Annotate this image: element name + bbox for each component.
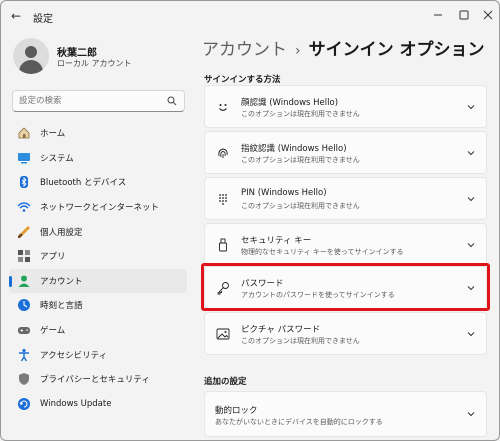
option-title: PIN (Windows Hello) <box>241 188 327 198</box>
option-subtitle: このオプションは現在利用できません <box>241 337 360 345</box>
sidebar-item-label: ネットワークとインターネット <box>40 203 160 214</box>
sidebar-item-personalization[interactable]: 個人用設定 <box>9 219 187 244</box>
sidebar-item-gaming[interactable]: ゲーム <box>9 318 187 343</box>
home-icon <box>17 126 31 140</box>
update-icon <box>17 397 31 411</box>
sidebar-item-windows-update[interactable]: Windows Update <box>9 392 187 417</box>
shield-icon <box>17 372 31 386</box>
sidebar-item-home[interactable]: ホーム <box>9 121 187 146</box>
avatar-body <box>19 60 43 74</box>
option-title: 指紋認識 (Windows Hello) <box>241 144 347 154</box>
time-language-icon <box>17 298 31 312</box>
user-account-type: ローカル アカウント <box>57 59 132 68</box>
apps-icon <box>17 249 31 263</box>
sidebar-item-bluetooth[interactable]: Bluetooth とデバイス <box>9 170 187 195</box>
key-icon <box>216 281 230 295</box>
sidebar-item-accounts[interactable]: アカウント <box>9 268 187 294</box>
breadcrumb-parent[interactable]: アカウント <box>202 40 287 60</box>
system-icon <box>17 151 31 165</box>
settings-window: ← 設定 秋葉二郎 ローカル アカウント ホーム <box>0 0 500 441</box>
breadcrumb-separator: › <box>295 43 301 59</box>
option-security-key[interactable]: セキュリティ キー 物理的なセキュリティ キーを使ってサインインする <box>204 223 487 266</box>
close-button[interactable] <box>475 4 499 26</box>
option-face-recognition[interactable]: 顔認識 (Windows Hello) このオプションは現在利用できません <box>204 85 487 128</box>
search-input[interactable] <box>19 94 159 108</box>
option-title: 顔認識 (Windows Hello) <box>241 98 339 108</box>
option-subtitle: 物理的なセキュリティ キーを使ってサインインする <box>241 248 404 256</box>
sidebar-item-system[interactable]: システム <box>9 146 187 171</box>
face-icon <box>216 100 230 114</box>
option-pin[interactable]: PIN (Windows Hello) このオプションは現在利用できません <box>204 177 487 220</box>
option-subtitle: このオプションは現在利用できません <box>241 156 360 164</box>
sidebar-item-apps[interactable]: アプリ <box>9 244 187 269</box>
chevron-down-icon[interactable] <box>466 410 476 418</box>
option-dynamic-lock[interactable]: 動的ロック あなたがいないときにデバイスを自動的にロックする <box>204 391 487 437</box>
fingerprint-icon <box>216 146 230 160</box>
sidebar-nav: ホーム システム Bluetooth とデバイス ネットワークとインターネット <box>9 121 187 416</box>
picture-icon <box>216 327 230 341</box>
maximize-icon <box>459 10 469 20</box>
sidebar-item-label: ゲーム <box>40 326 66 337</box>
accessibility-icon <box>17 348 31 362</box>
page-title: サインイン オプション <box>308 40 485 60</box>
close-icon <box>483 10 493 20</box>
option-title: パスワード <box>241 279 284 289</box>
chevron-down-icon[interactable] <box>466 284 476 292</box>
sidebar-item-label: 個人用設定 <box>40 227 83 238</box>
chevron-down-icon[interactable] <box>466 330 476 338</box>
sidebar-item-label: プライバシーとセキュリティ <box>40 375 150 386</box>
sidebar-item-label: Bluetooth とデバイス <box>40 178 127 189</box>
option-title: 動的ロック <box>215 406 258 416</box>
sidebar-item-label: アクセシビリティ <box>40 350 108 361</box>
minimize-button[interactable] <box>425 4 451 26</box>
option-subtitle: このオプションは現在利用できません <box>241 202 360 210</box>
sidebar-item-label: アプリ <box>40 252 66 263</box>
game-icon <box>17 323 31 337</box>
option-subtitle: あなたがいないときにデバイスを自動的にロックする <box>215 418 383 426</box>
back-arrow-icon[interactable]: ← <box>11 9 21 23</box>
minimize-icon <box>434 14 442 16</box>
option-password[interactable]: パスワード アカウントのパスワードを使ってサインインする <box>204 266 487 309</box>
sidebar-item-accessibility[interactable]: アクセシビリティ <box>9 342 187 367</box>
option-fingerprint[interactable]: 指紋認識 (Windows Hello) このオプションは現在利用できません <box>204 131 487 174</box>
option-title: ピクチャ パスワード <box>241 325 321 335</box>
title-bar: ← 設定 <box>1 1 499 31</box>
chevron-down-icon[interactable] <box>466 241 476 249</box>
chevron-down-icon[interactable] <box>466 103 476 111</box>
user-name: 秋葉二郎 <box>57 48 97 59</box>
network-icon <box>17 200 31 214</box>
option-subtitle: このオプションは現在利用できません <box>241 110 360 118</box>
bluetooth-icon <box>17 175 31 189</box>
maximize-button[interactable] <box>451 4 477 26</box>
pin-keypad-icon <box>216 192 230 206</box>
sidebar-item-time-language[interactable]: 時刻と言語 <box>9 293 187 318</box>
active-indicator <box>9 275 12 287</box>
avatar-head <box>25 46 37 58</box>
sidebar-item-label: 時刻と言語 <box>40 301 83 312</box>
section-heading-additional: 追加の設定 <box>204 377 247 387</box>
sidebar-item-network[interactable]: ネットワークとインターネット <box>9 195 187 220</box>
sidebar-item-privacy-security[interactable]: プライバシーとセキュリティ <box>9 367 187 392</box>
account-icon <box>17 274 31 288</box>
sidebar-item-label: Windows Update <box>40 398 112 409</box>
sidebar-item-label: ホーム <box>40 129 66 140</box>
section-heading-signin: サインインする方法 <box>204 75 281 85</box>
option-title: セキュリティ キー <box>241 236 312 246</box>
sidebar-item-label: システム <box>40 153 74 164</box>
brush-icon <box>17 225 31 239</box>
chevron-down-icon[interactable] <box>466 149 476 157</box>
search-box[interactable] <box>12 90 185 112</box>
option-subtitle: アカウントのパスワードを使ってサインインする <box>241 291 395 299</box>
option-picture-password[interactable]: ピクチャ パスワード このオプションは現在利用できません <box>204 312 487 355</box>
chevron-down-icon[interactable] <box>466 195 476 203</box>
window-title: 設定 <box>33 14 53 25</box>
usb-key-icon <box>216 238 230 252</box>
avatar[interactable] <box>13 38 49 74</box>
sidebar-item-label: アカウント <box>40 276 83 287</box>
search-icon[interactable] <box>167 96 177 106</box>
breadcrumb: アカウント › サインイン オプション <box>202 35 485 60</box>
